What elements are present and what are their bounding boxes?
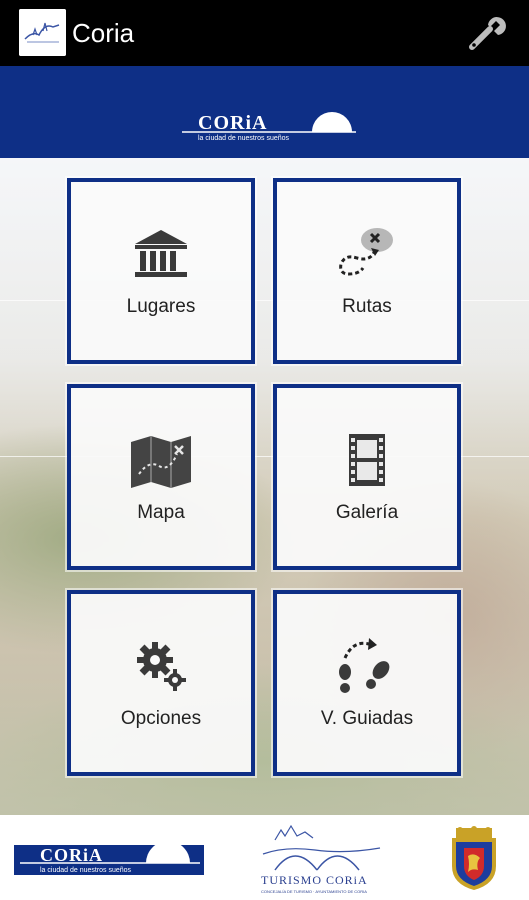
menu-label-visitas-guiadas: V. Guiadas [320,708,414,729]
turismo-coria-logo: TURISMO CORiA CONCEJALÍA DE TURISMO · AY… [261,824,381,894]
film-strip-icon [349,434,385,486]
menu-label-lugares: Lugares [126,296,196,317]
app-icon[interactable] [19,9,66,56]
turismo-title: TURISMO CORiA [261,873,368,887]
coria-footer-logo: CORiA la ciudad de nuestros sueños [14,841,204,875]
coat-of-arms-icon [452,826,496,890]
app-logo-icon [19,9,66,56]
menu-label-rutas: Rutas [342,296,392,317]
banner-logo-text: CORiA [198,112,267,134]
bank-icon [135,230,187,277]
footer-coria-text: CORiA [40,845,103,865]
menu-tile-opciones[interactable]: Opciones [67,590,255,776]
footprints-icon [339,638,390,693]
app-bar: Coria [0,0,529,66]
banner-tagline: la ciudad de nuestros sueños [198,135,290,142]
route-map-icon [339,228,393,276]
gears-icon [137,642,186,691]
wrench-icon[interactable] [466,13,510,53]
menu-label-opciones: Opciones [120,708,202,729]
menu-tile-visitas-guiadas[interactable]: V. Guiadas [273,590,461,776]
menu-tile-mapa[interactable]: Mapa [67,384,255,570]
menu-tile-galeria[interactable]: Galería [273,384,461,570]
coria-banner-logo: CORiA la ciudad de nuestros sueños [182,112,356,142]
folded-map-icon [131,436,191,488]
menu-label-galeria: Galería [335,502,399,523]
menu-tile-lugares[interactable]: Lugares [67,178,255,364]
app-title: Coria [72,18,135,48]
turismo-subtitle: CONCEJALÍA DE TURISMO · AYUNTAMIENTO DE … [261,889,367,894]
menu-label-mapa: Mapa [137,502,185,523]
footer-coria-tagline: la ciudad de nuestros sueños [40,867,132,874]
menu-tile-rutas[interactable]: Rutas [273,178,461,364]
